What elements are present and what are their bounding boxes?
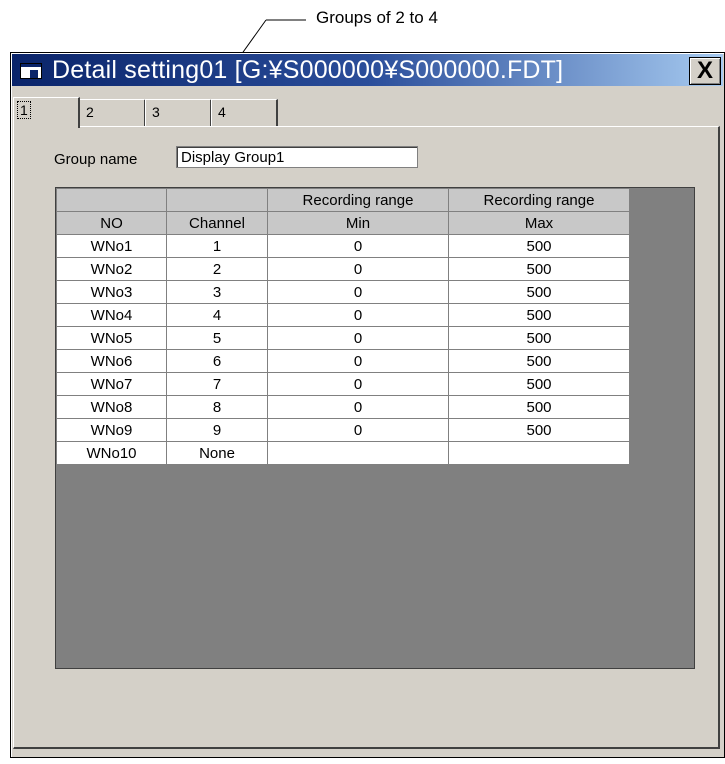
table-cell[interactable]: 500	[448, 418, 630, 442]
table-cell[interactable]: 6	[166, 349, 268, 373]
column-header: Max	[448, 211, 630, 235]
table-cell[interactable]: 5	[166, 326, 268, 350]
header-row: Recording range Recording range	[56, 188, 630, 212]
table-row: WNo6 6 0 500	[56, 349, 630, 373]
table-cell[interactable]: 8	[166, 395, 268, 419]
table-cell[interactable]: WNo3	[56, 280, 167, 304]
table-cell[interactable]: 1	[166, 234, 268, 258]
table-cell[interactable]: 0	[267, 395, 449, 419]
column-header	[56, 188, 167, 212]
window-title: Detail setting01 [G:¥S000000¥S000000.FDT…	[52, 56, 564, 84]
table-row: WNo4 4 0 500	[56, 303, 630, 327]
header-row: NO Channel Min Max	[56, 211, 630, 235]
table-cell[interactable]: 500	[448, 372, 630, 396]
column-header	[166, 188, 268, 212]
table-cell[interactable]: WNo6	[56, 349, 167, 373]
table-cell[interactable]	[267, 441, 449, 465]
column-header: Recording range	[267, 188, 449, 212]
column-header: Recording range	[448, 188, 630, 212]
table-row: WNo7 7 0 500	[56, 372, 630, 396]
table-cell[interactable]: 0	[267, 326, 449, 350]
close-button[interactable]: X	[689, 57, 721, 85]
table-cell[interactable]	[448, 441, 630, 465]
table-cell[interactable]: 0	[267, 280, 449, 304]
table-row: WNo1 1 0 500	[56, 234, 630, 258]
table-cell[interactable]: 0	[267, 234, 449, 258]
table-cell[interactable]: WNo7	[56, 372, 167, 396]
table-cell[interactable]: WNo8	[56, 395, 167, 419]
table-cell[interactable]: 500	[448, 234, 630, 258]
table-row: WNo10 None	[56, 441, 630, 465]
detail-setting-window: Detail setting01 [G:¥S000000¥S000000.FDT…	[10, 52, 725, 758]
tab-3[interactable]: 3	[145, 99, 212, 126]
table-cell[interactable]: 2	[166, 257, 268, 281]
table-cell[interactable]: WNo10	[56, 441, 167, 465]
table-cell[interactable]: 500	[448, 257, 630, 281]
table-row: WNo9 9 0 500	[56, 418, 630, 442]
channel-grid: Recording range Recording range NO Channel M…	[55, 187, 695, 669]
title-bar[interactable]: Detail setting01 [G:¥S000000¥S000000.FDT…	[12, 54, 723, 86]
table-cell[interactable]: 0	[267, 303, 449, 327]
group-name-label: Group name	[54, 151, 138, 168]
table-cell[interactable]: WNo9	[56, 418, 167, 442]
table-cell[interactable]: WNo1	[56, 234, 167, 258]
tab-2[interactable]: 2	[79, 99, 146, 126]
table-row: WNo3 3 0 500	[56, 280, 630, 304]
channel-table: Recording range Recording range NO Channel M…	[56, 188, 630, 465]
table-row: WNo5 5 0 500	[56, 326, 630, 350]
column-header: Channel	[166, 211, 268, 235]
table-cell[interactable]: 500	[448, 326, 630, 350]
column-header: Min	[267, 211, 449, 235]
table-row: WNo8 8 0 500	[56, 395, 630, 419]
table-cell[interactable]: 0	[267, 349, 449, 373]
table-cell[interactable]: 3	[166, 280, 268, 304]
annotation-label: Groups of 2 to 4	[316, 8, 438, 27]
table-cell[interactable]: 7	[166, 372, 268, 396]
table-cell[interactable]: 0	[267, 257, 449, 281]
table-cell[interactable]: None	[166, 441, 268, 465]
table-cell[interactable]: 0	[267, 418, 449, 442]
table-cell[interactable]: 9	[166, 418, 268, 442]
table-cell[interactable]: 500	[448, 280, 630, 304]
table-row: WNo2 2 0 500	[56, 257, 630, 281]
table-cell[interactable]: 500	[448, 349, 630, 373]
tab-panel: Group name Display Group1 Recording rang…	[13, 126, 720, 749]
table-cell[interactable]: 0	[267, 372, 449, 396]
table-cell[interactable]: WNo5	[56, 326, 167, 350]
table-cell[interactable]: WNo2	[56, 257, 167, 281]
table-cell[interactable]: 500	[448, 395, 630, 419]
table-cell[interactable]: 4	[166, 303, 268, 327]
column-header: NO	[56, 211, 167, 235]
window-icon	[20, 63, 42, 79]
tab-4[interactable]: 4	[211, 99, 278, 126]
tab-1[interactable]: 1	[13, 97, 80, 128]
group-name-input[interactable]: Display Group1	[176, 146, 418, 168]
table-cell[interactable]: WNo4	[56, 303, 167, 327]
table-cell[interactable]: 500	[448, 303, 630, 327]
